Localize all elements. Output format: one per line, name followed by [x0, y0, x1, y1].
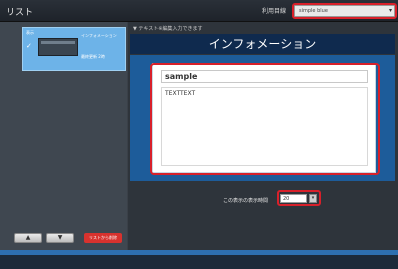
highlight-box-card [150, 63, 380, 175]
page-title: インフォメーション [130, 34, 395, 54]
visibility-badge: 表示 [26, 30, 34, 35]
top-bar: リスト 利用目線 simple blue ▾ [0, 0, 398, 22]
highlight-box-display-time [277, 190, 321, 206]
list-item-information[interactable]: 表示 ✓ インフォメーション 最終更新 2時 [22, 27, 126, 71]
remove-from-list-button[interactable]: リストから削除 [84, 233, 122, 243]
editor-panel: ▼ テキスト※編集入力できます インフォメーション sample TEXTTEX… [128, 22, 398, 250]
highlight-box-template [292, 3, 397, 19]
move-up-button[interactable]: ▲ [14, 233, 42, 243]
edit-hint: ▼ テキスト※編集入力できます [133, 26, 203, 32]
list-item-name: インフォメーション [81, 33, 117, 38]
item-thumbnail [38, 38, 78, 56]
move-down-button[interactable]: ▼ [46, 233, 74, 243]
bottom-strip [0, 250, 398, 255]
display-time-label: この表示の表示時間 [223, 198, 269, 204]
window-title: リスト [6, 8, 34, 18]
list-item-date: 最終更新 2時 [81, 54, 105, 59]
check-icon: ✓ [26, 42, 32, 50]
list-sidebar: 表示 ✓ インフォメーション 最終更新 2時 ▲ ▼ リストから削除 [0, 22, 127, 250]
template-label: 利用目線 [262, 8, 287, 15]
app-window: リスト 利用目線 simple blue ▾ 表示 ✓ インフォメーション 最終… [0, 0, 398, 269]
bottom-bar [0, 250, 398, 269]
